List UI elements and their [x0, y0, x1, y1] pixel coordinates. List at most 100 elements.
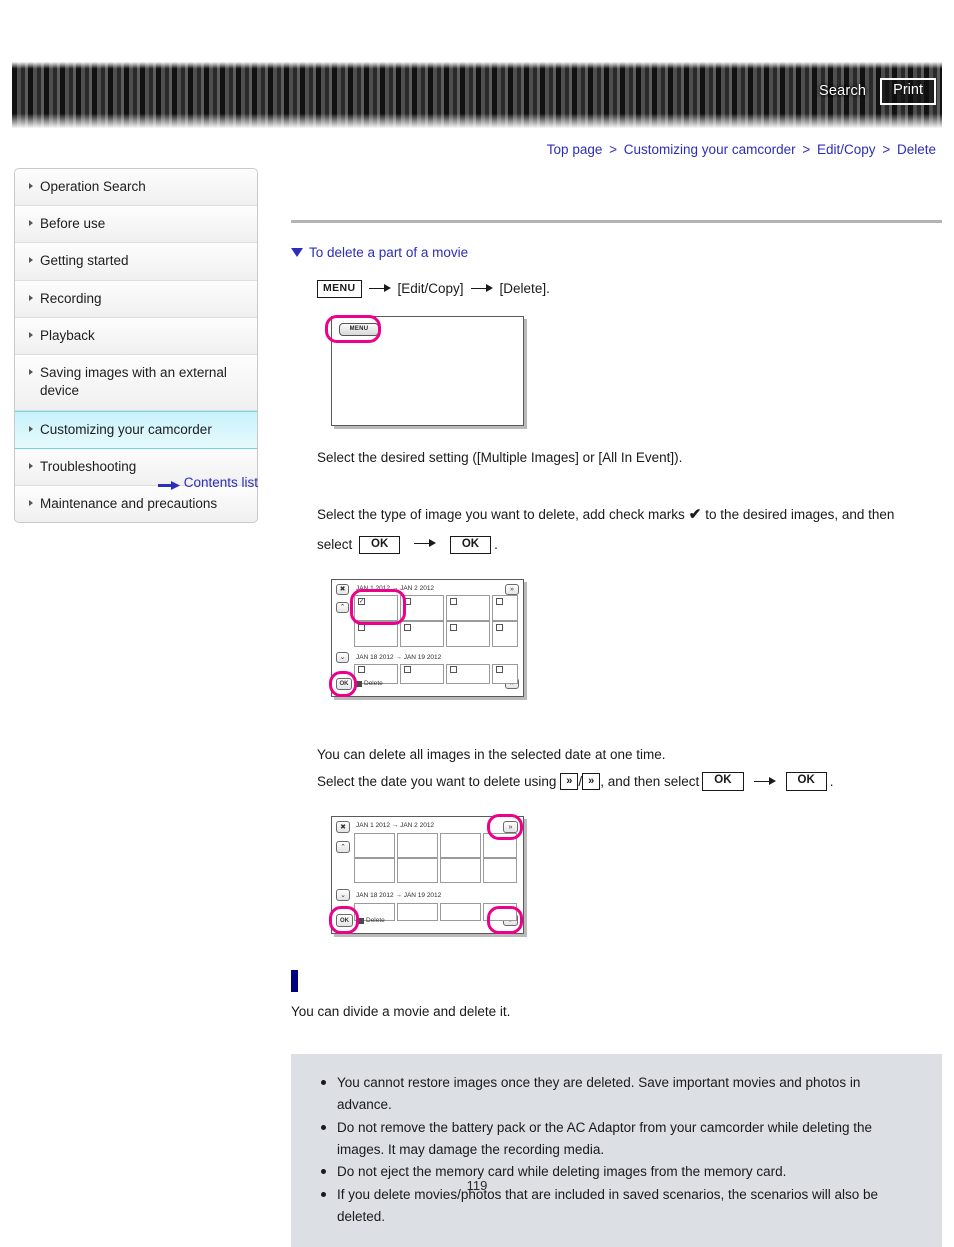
illustration-3-wrapper: ✖ ⌃ ⌄ OK » » JAN 1 2012 → JAN 2 2012 JAN…	[317, 814, 942, 935]
ok-key-icon[interactable]: OK	[359, 535, 401, 555]
note-item: Do not remove the battery pack or the AC…	[319, 1117, 916, 1161]
checkbox-unchecked[interactable]	[450, 666, 457, 674]
check-mark-icon: ✔	[688, 506, 702, 524]
section-heading: To delete a part of a movie	[291, 245, 942, 260]
arrow-right-icon	[414, 539, 437, 549]
thumbnail-cell[interactable]	[397, 858, 438, 884]
search-link[interactable]: Search	[819, 83, 866, 99]
camcorder-screen-3: ✖ ⌃ ⌄ OK » » JAN 1 2012 → JAN 2 2012 JAN…	[331, 816, 524, 935]
date-range-bottom-label: JAN 18 2012 → JAN 19 2012	[356, 654, 442, 662]
step-4-period: .	[829, 773, 834, 789]
step-target-delete: [Delete].	[499, 281, 550, 296]
delete-icon	[358, 917, 364, 924]
page-up-button-icon[interactable]: »	[505, 584, 519, 596]
thumbnail-cell[interactable]	[440, 903, 481, 922]
breadcrumb-separator: >	[882, 142, 891, 157]
checkbox-unchecked[interactable]	[450, 598, 457, 606]
checkbox-unchecked[interactable]	[496, 666, 503, 674]
sidebar-item-saving-images[interactable]: Saving images with an external device	[15, 355, 257, 411]
sidebar-item-playback[interactable]: Playback	[15, 317, 257, 356]
step-4-line-1: You can delete all images in the selecte…	[317, 747, 666, 763]
menu-key-icon[interactable]: MENU	[317, 279, 362, 298]
sidebar-item-maintenance[interactable]: Maintenance and precautions	[15, 485, 257, 523]
checkbox-unchecked[interactable]	[404, 666, 411, 674]
step-3-text: Select the type of image you want to del…	[317, 499, 942, 559]
checkbox-checked[interactable]: ✓	[358, 598, 365, 606]
sidebar-item-operation-search[interactable]: Operation Search	[15, 169, 257, 207]
chevron-right-icon	[29, 462, 33, 469]
arrow-right-icon	[753, 777, 776, 787]
contents-list-link[interactable]: Contents list	[184, 475, 258, 490]
chevron-right-icon	[29, 183, 33, 189]
step-4-line-2: Select the date you want to delete using…	[317, 769, 942, 795]
notes-box: You cannot restore images once they are …	[291, 1054, 942, 1247]
arrow-right-icon	[157, 478, 180, 490]
page-up-button-icon[interactable]: »	[503, 821, 518, 834]
delete-label-text: Delete	[366, 917, 385, 925]
date-range-bottom-label: JAN 18 2012 → JAN 19 2012	[356, 892, 442, 900]
header-banner	[12, 62, 942, 128]
step-3-period: .	[494, 536, 498, 552]
checkbox-unchecked[interactable]	[358, 666, 365, 674]
breadcrumb-item-edit-copy[interactable]: Edit/Copy	[817, 142, 876, 157]
breadcrumb-item-top-page[interactable]: Top page	[547, 142, 603, 157]
sidebar-item-label: Before use	[40, 216, 106, 232]
thumbnail-cell[interactable]	[483, 903, 517, 922]
checkbox-unchecked[interactable]	[358, 624, 365, 632]
checkbox-unchecked[interactable]	[404, 624, 411, 632]
thumbnail-cell[interactable]	[483, 858, 517, 884]
scroll-up-button-icon[interactable]: ⌃	[336, 602, 349, 614]
main-content: To delete a part of a movie MENU [Edit/C…	[291, 168, 942, 1247]
arrow-right-icon	[368, 284, 391, 294]
checkbox-unchecked[interactable]	[496, 624, 503, 632]
sidebar-item-label: Troubleshooting	[40, 458, 137, 474]
scroll-up-button-icon[interactable]: ⌃	[336, 841, 350, 854]
page-number: 119	[466, 1178, 488, 1193]
sidebar-item-label: Maintenance and precautions	[40, 495, 218, 511]
ok-button-icon[interactable]: OK	[336, 914, 353, 928]
contents-list-row: Contents list	[14, 475, 258, 490]
sidebar-item-label: Playback	[40, 327, 95, 343]
ok-key-icon[interactable]: OK	[785, 772, 827, 791]
checkbox-unchecked[interactable]	[450, 624, 457, 632]
checkbox-unchecked[interactable]	[404, 598, 411, 606]
step-3-select-word: select	[317, 536, 353, 552]
sidebar-item-label: Customizing your camcorder	[40, 421, 212, 437]
thumbnail-cell[interactable]	[483, 833, 517, 859]
thumbnail-cell[interactable]	[440, 858, 481, 884]
delete-icon	[356, 680, 362, 687]
sidebar-item-getting-started[interactable]: Getting started	[15, 243, 257, 281]
sidebar-item-label: Getting started	[40, 253, 129, 269]
sidebar-item-customizing-your-camcorder[interactable]: Customizing your camcorder	[15, 410, 257, 449]
close-button-icon[interactable]: ✖	[336, 584, 349, 596]
delete-label-text: Delete	[364, 680, 383, 688]
page-down-key-icon[interactable]: »	[582, 772, 601, 791]
scroll-down-button-icon[interactable]: ⌄	[336, 889, 350, 902]
scroll-down-button-icon[interactable]: ⌄	[336, 652, 349, 664]
page-up-key-icon[interactable]: »	[560, 772, 579, 791]
print-button[interactable]: Print	[880, 78, 936, 105]
thumbnail-cell[interactable]	[354, 833, 395, 859]
sidebar-item-recording[interactable]: Recording	[15, 280, 257, 318]
checkbox-unchecked[interactable]	[496, 598, 503, 606]
sidebar-item-label: Recording	[40, 290, 102, 306]
thumbnail-cell[interactable]	[354, 858, 395, 884]
breadcrumb-item-delete[interactable]: Delete	[897, 142, 936, 157]
sidebar-item-before-use[interactable]: Before use	[15, 206, 257, 244]
content-divider	[291, 220, 942, 223]
step-2-text: Select the desired setting ([Multiple Im…	[317, 449, 683, 465]
thumbnail-cell[interactable]	[397, 903, 438, 922]
ok-key-icon[interactable]: OK	[449, 535, 492, 555]
thumbnail-cell[interactable]	[397, 833, 438, 859]
sidebar-item-label: Operation Search	[40, 179, 146, 194]
chevron-right-icon	[29, 294, 33, 301]
step-3-mid: to the desired images, and then	[705, 507, 895, 523]
step-3-lead: Select the type of image you want to del…	[317, 507, 685, 523]
date-range-top-label: JAN 1 2012 → JAN 2 2012	[356, 822, 435, 830]
ok-key-icon[interactable]: OK	[702, 772, 744, 791]
close-button-icon[interactable]: ✖	[336, 821, 350, 834]
delete-status-label: Delete	[356, 680, 383, 687]
ok-button-icon[interactable]: OK	[336, 678, 352, 691]
thumbnail-cell[interactable]	[440, 833, 481, 859]
breadcrumb-item-customizing[interactable]: Customizing your camcorder	[624, 142, 796, 157]
